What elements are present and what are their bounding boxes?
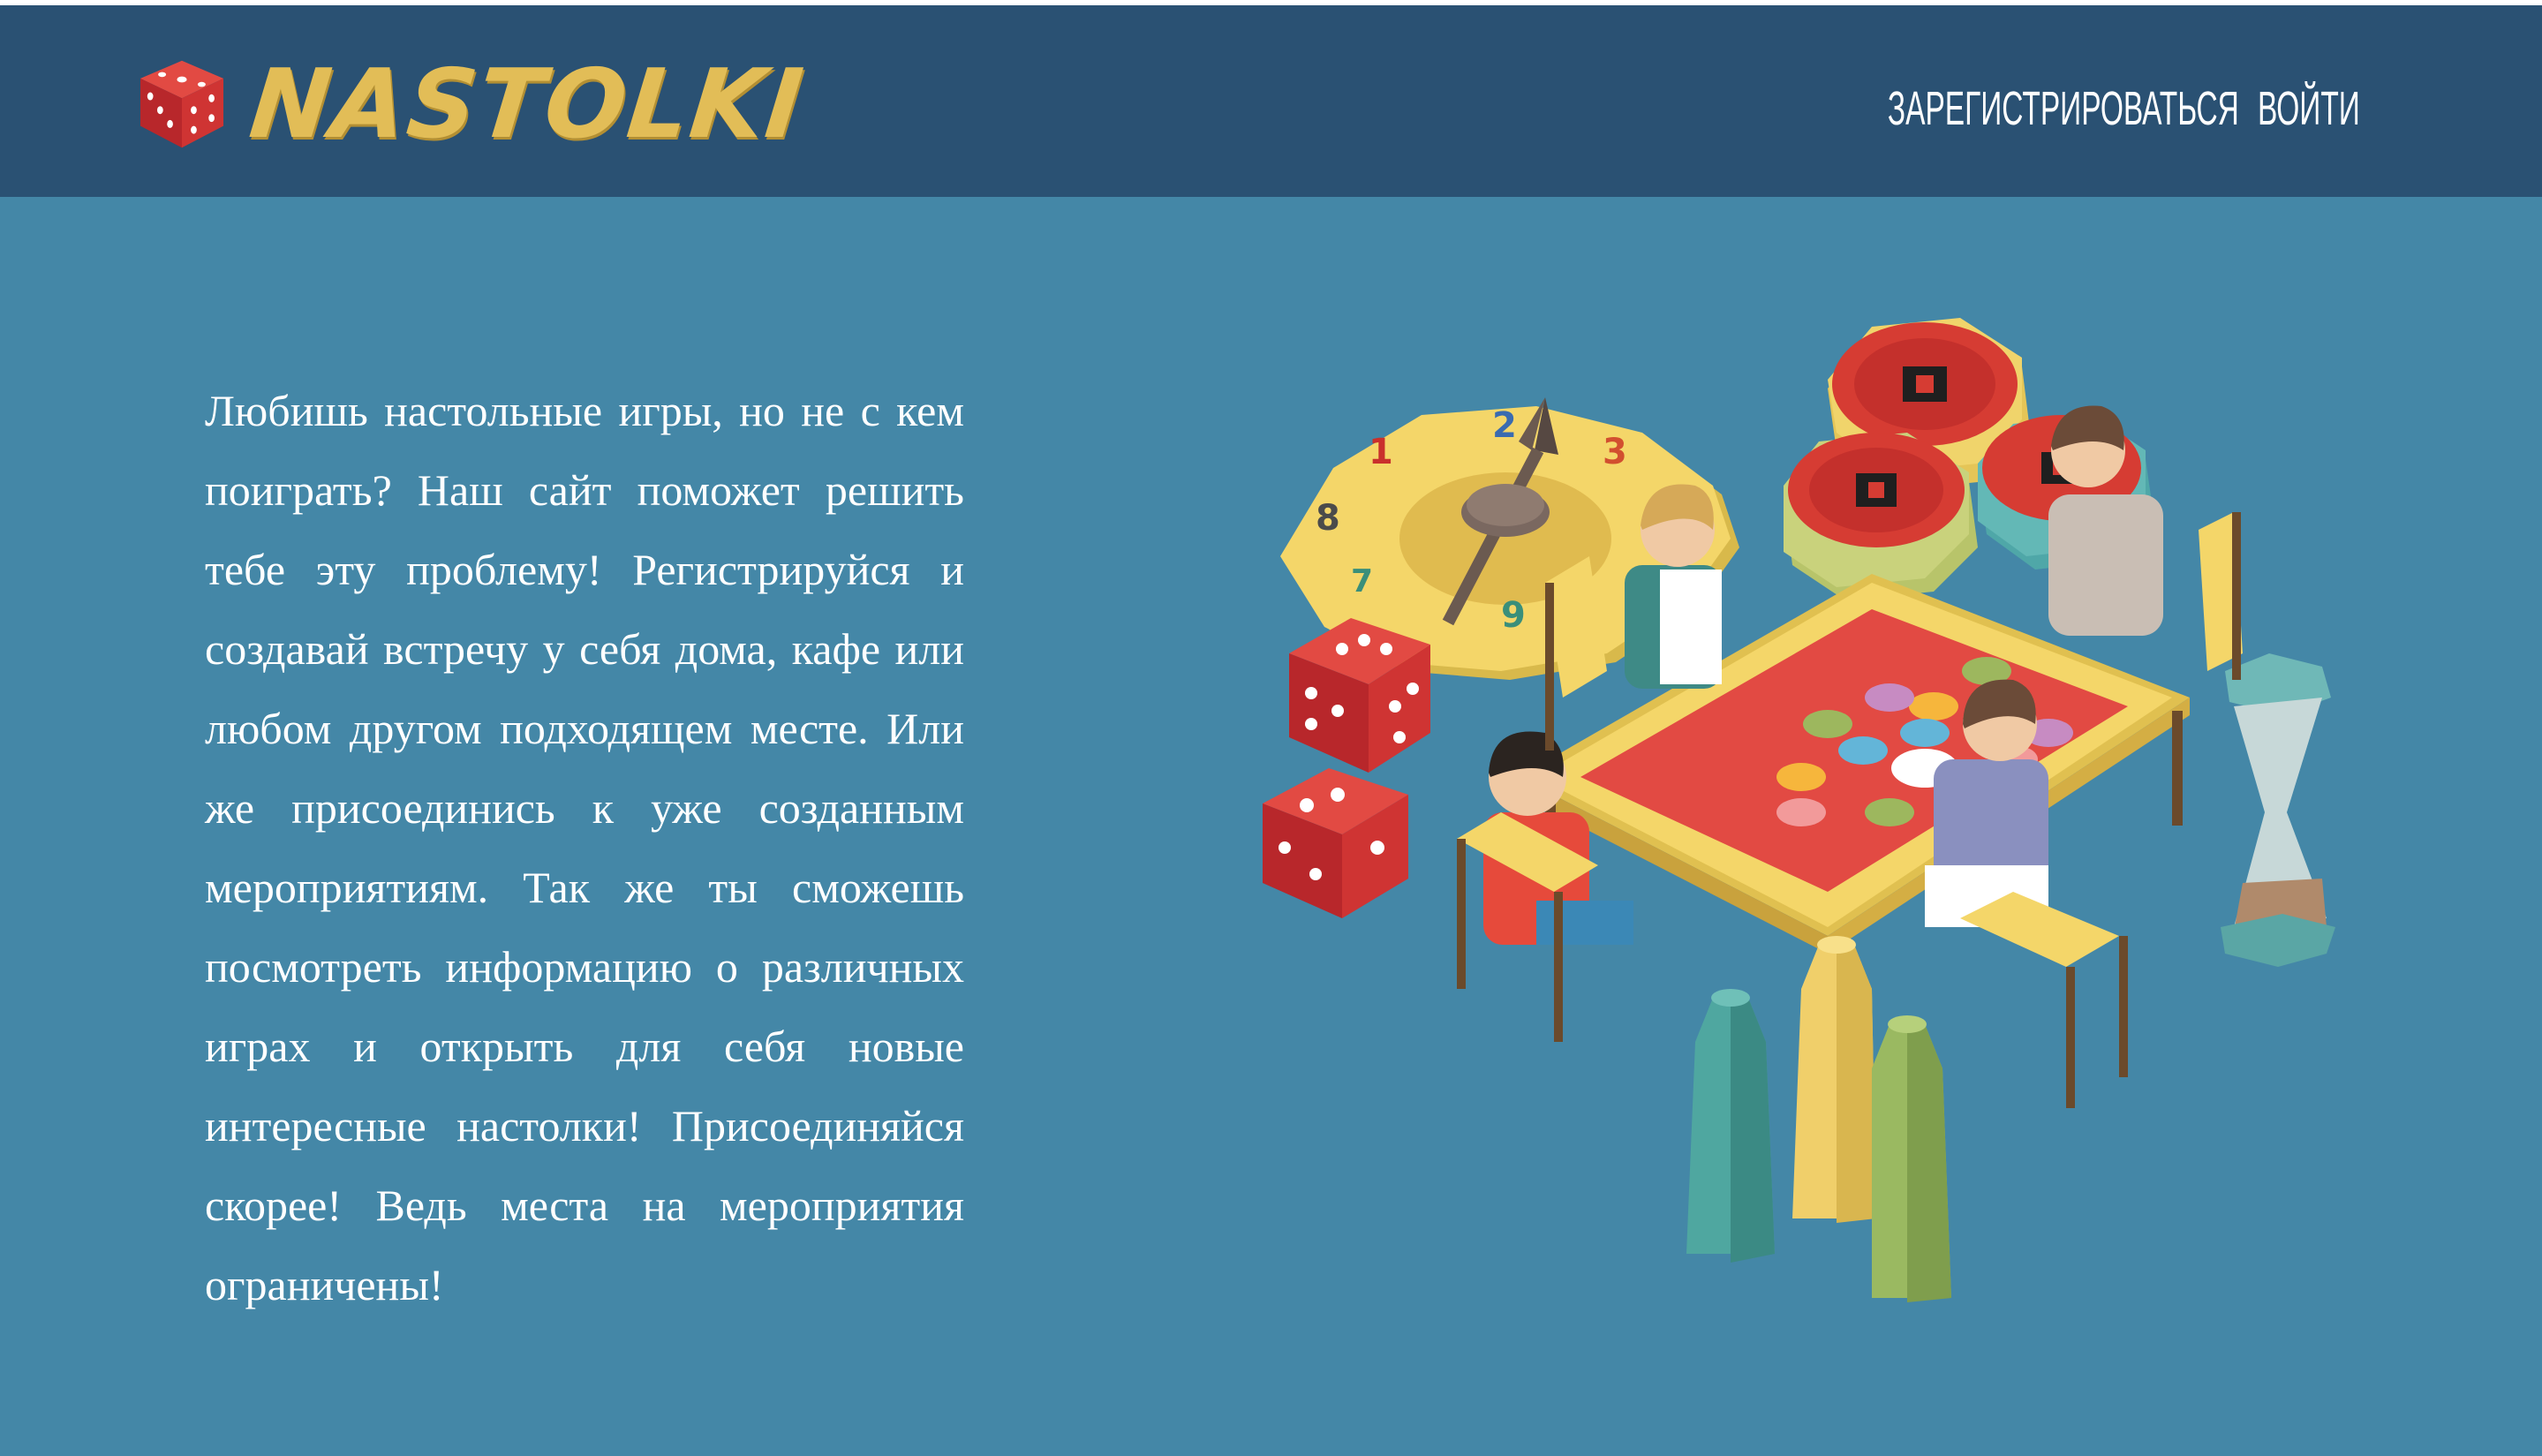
- site-header: NASTOLKI ЗАРЕГИСТРИРОВАТЬСЯ ВОЙТИ: [0, 5, 2542, 197]
- spinner-number: 3: [1603, 432, 1627, 472]
- chair: [1960, 892, 2128, 1108]
- login-link[interactable]: ВОЙТИ: [2258, 81, 2360, 136]
- header-nav: ЗАРЕГИСТРИРОВАТЬСЯ ВОЙТИ: [1672, 69, 2360, 148]
- pawn: [1686, 989, 1775, 1263]
- spinner-number: 2: [1492, 405, 1517, 446]
- spinner-number: 9: [1501, 595, 1526, 636]
- spinner-number: 8: [1316, 498, 1340, 539]
- board-game-illustration: 2 3 1 8 7 9: [1263, 318, 2335, 1302]
- logo-link[interactable]: NASTOLKI: [132, 49, 810, 160]
- intro-text: Любишь настольные игры, но не с кем поиг…: [205, 386, 964, 1309]
- logo-text: NASTOLKI: [245, 49, 810, 160]
- spinner-number: 7: [1351, 563, 1373, 600]
- hourglass: [2221, 653, 2335, 967]
- die: [1263, 768, 1408, 918]
- chair: [2199, 512, 2243, 680]
- pawn: [1792, 936, 1876, 1223]
- pawn: [1872, 1015, 1951, 1302]
- dice-icon: [140, 60, 224, 148]
- player-figure: [2048, 405, 2163, 636]
- coin-stack: [1784, 433, 1978, 600]
- register-link[interactable]: ЗАРЕГИСТРИРОВАТЬСЯ: [1888, 81, 2239, 136]
- die: [1289, 618, 1430, 773]
- spinner-number: 1: [1369, 432, 1393, 472]
